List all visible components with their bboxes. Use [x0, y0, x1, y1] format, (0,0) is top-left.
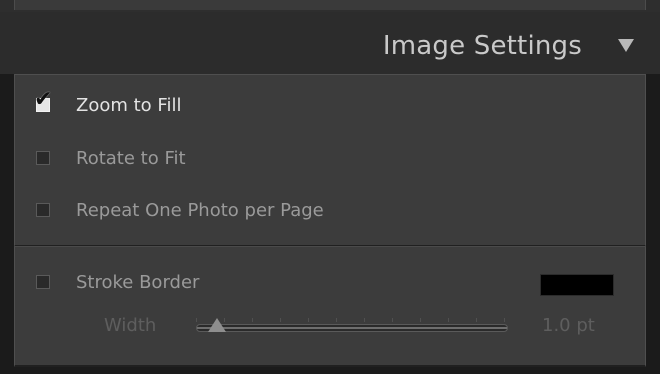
stroke-color-swatch[interactable] [540, 274, 614, 296]
stroke-border-section [14, 246, 646, 367]
rotate-to-fit-option[interactable]: Rotate to Fit [36, 143, 186, 173]
zoom-to-fill-checkbox[interactable]: ✔ [34, 89, 52, 112]
width-label: Width [104, 315, 157, 336]
repeat-one-photo-option[interactable]: Repeat One Photo per Page [36, 195, 324, 225]
stroke-border-label: Stroke Border [76, 271, 200, 293]
panel-title: Image Settings [382, 31, 582, 61]
width-slider-thumb[interactable] [208, 318, 226, 332]
previous-panel-body [14, 0, 646, 10]
width-slider-ticks [196, 318, 508, 322]
stroke-border-option[interactable]: Stroke Border [36, 267, 199, 297]
width-slider-track[interactable] [196, 324, 508, 332]
width-value[interactable]: 1.0 pt [542, 315, 595, 336]
triangle-down-icon[interactable] [618, 39, 634, 52]
image-settings-header[interactable]: Image Settings [0, 12, 660, 74]
zoom-to-fill-label: Zoom to Fill [76, 94, 182, 116]
zoom-to-fill-option[interactable]: ✔ Zoom to Fill [34, 89, 182, 120]
stroke-border-checkbox[interactable] [36, 275, 50, 289]
checkmark-icon: ✔ [34, 87, 53, 112]
repeat-one-photo-label: Repeat One Photo per Page [76, 199, 324, 221]
rotate-to-fit-checkbox[interactable] [36, 151, 50, 165]
repeat-one-photo-checkbox[interactable] [36, 203, 50, 217]
previous-panel-edge [0, 0, 660, 12]
rotate-to-fit-label: Rotate to Fit [76, 147, 186, 169]
